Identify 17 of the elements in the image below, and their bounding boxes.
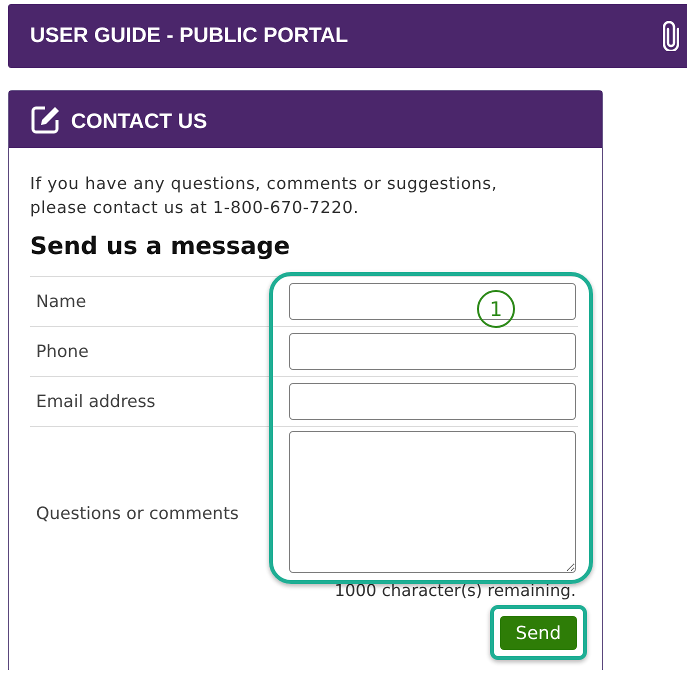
step-number: 1	[477, 290, 515, 328]
field-label: Questions or comments	[35, 504, 240, 524]
intro-text: If you have any questions, comments or suggestions, please contact us at 1-800-670-7220.	[30, 173, 498, 219]
paperclip-icon[interactable]	[663, 21, 679, 51]
field-label: Name	[35, 292, 88, 312]
edit-icon	[29, 104, 61, 136]
field-label: Phone	[35, 342, 90, 362]
field-label: Email address	[35, 392, 156, 412]
input-field[interactable]	[289, 383, 576, 420]
card-title: CONTACT US	[71, 108, 208, 134]
character-counter: 1000 character(s) remaining.	[333, 581, 576, 600]
comments-field[interactable]	[289, 431, 576, 573]
banner-title: USER GUIDE - PUBLIC PORTAL	[30, 24, 348, 48]
input-field[interactable]	[289, 283, 576, 320]
input-field[interactable]	[289, 333, 576, 370]
send-button[interactable]: Send	[500, 616, 577, 650]
form-heading: Send us a message	[30, 232, 291, 260]
